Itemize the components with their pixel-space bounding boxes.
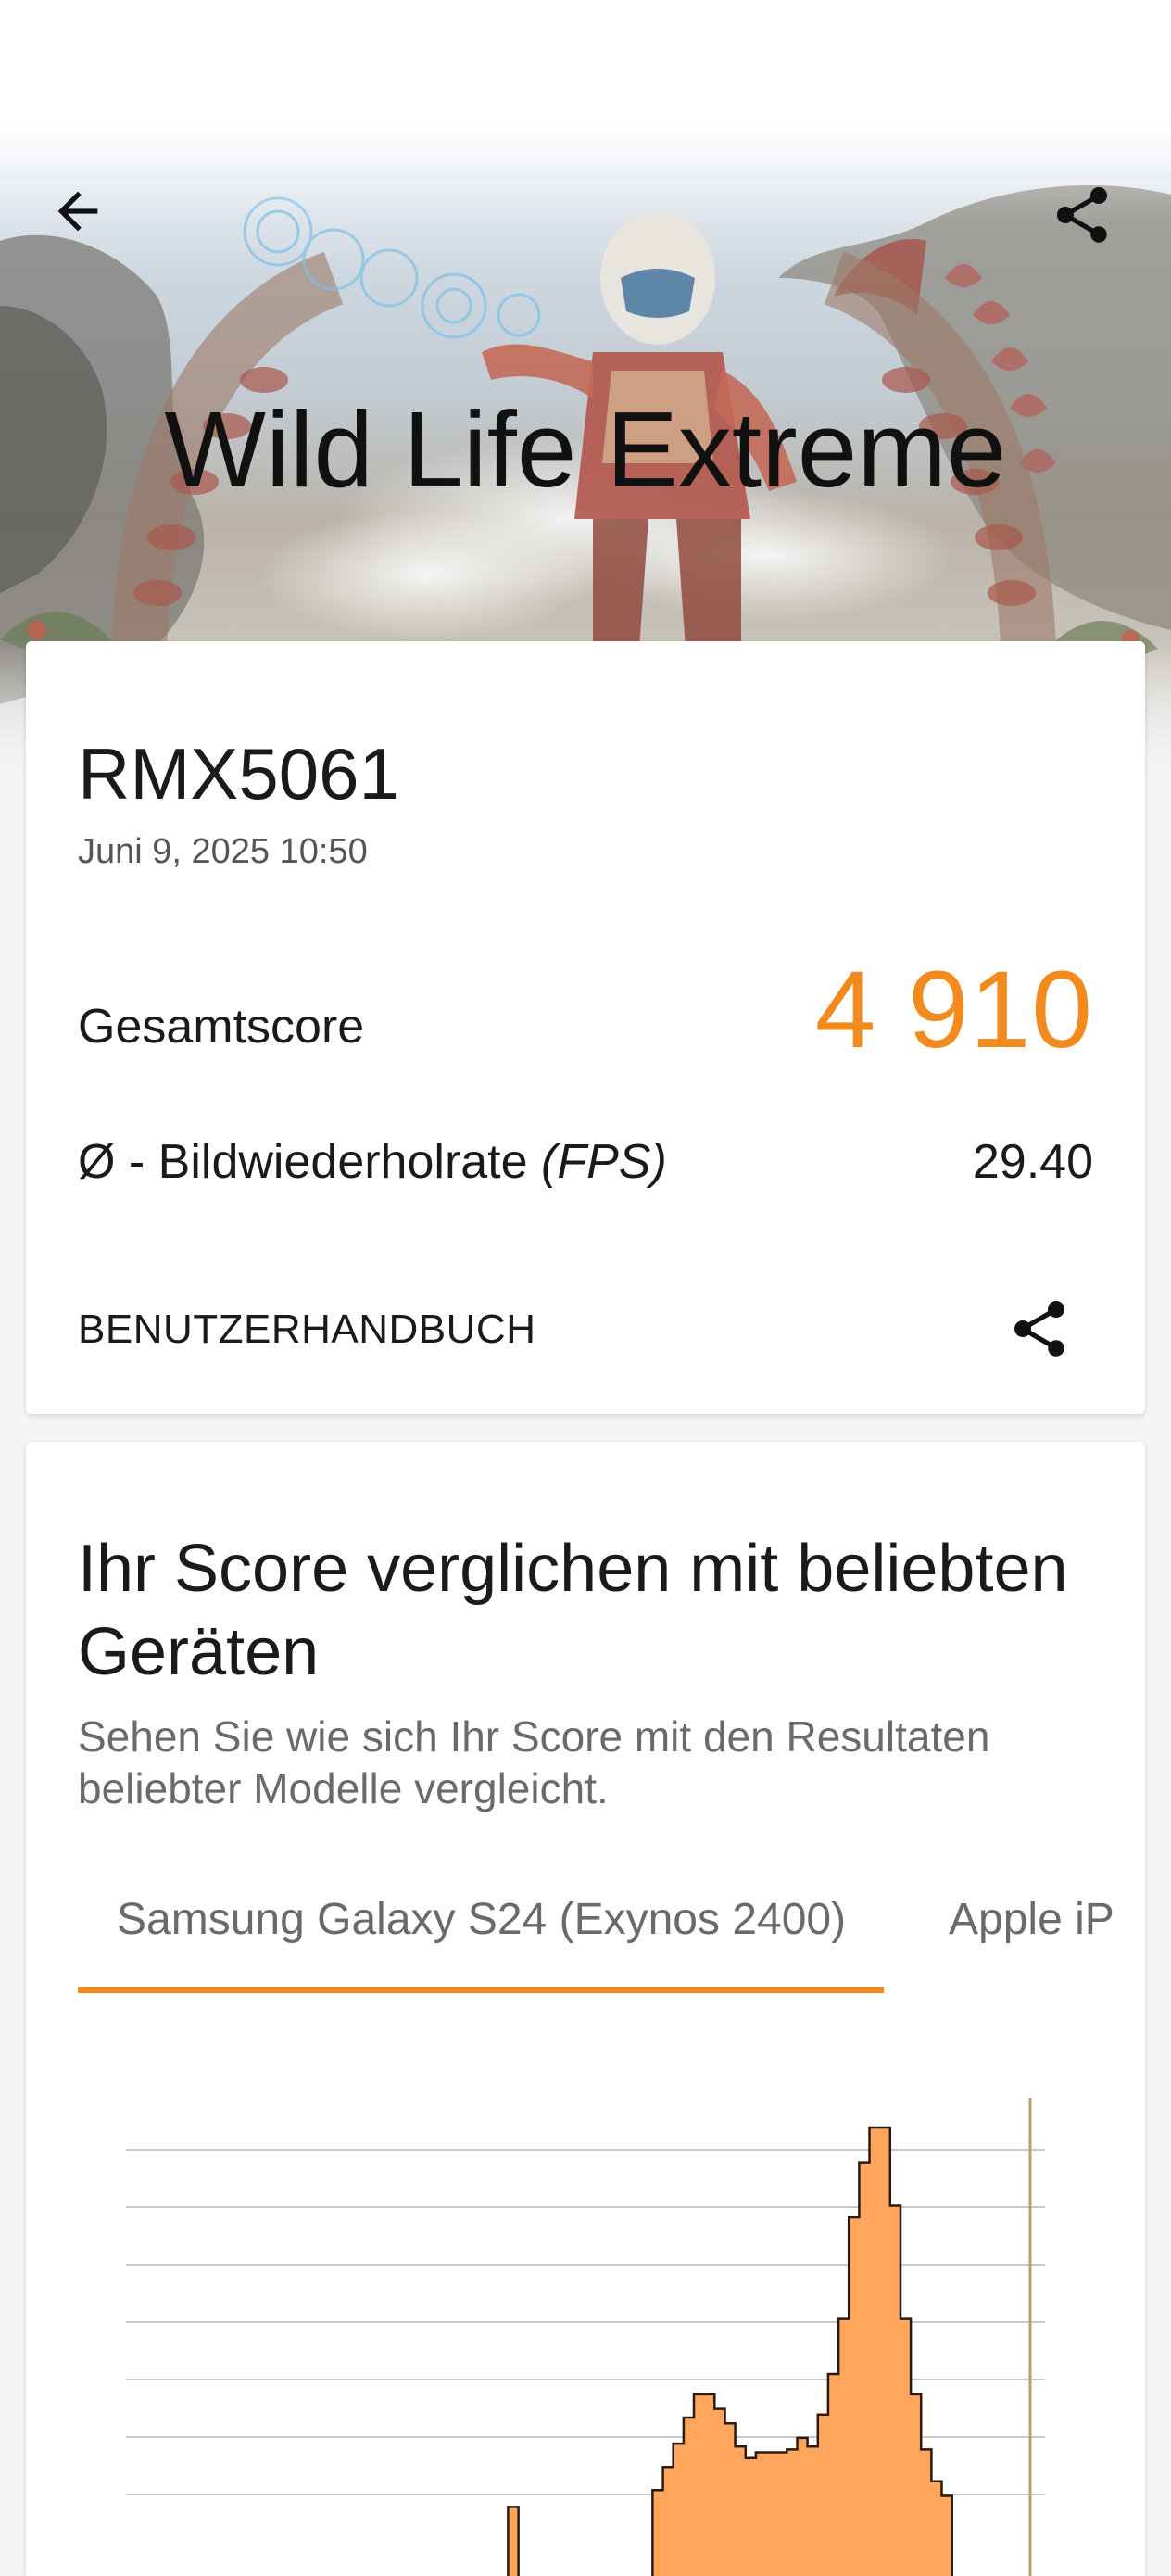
histogram-bin (684, 2418, 694, 2576)
score-distribution-chart (126, 2098, 1045, 2576)
histogram-bin (838, 2319, 849, 2576)
fps-label-text: Ø - Bildwiederholrate (78, 1135, 541, 1189)
fps-label-unit: (FPS) (541, 1135, 667, 1189)
histogram-bin (798, 2438, 808, 2576)
device-tabs: Samsung Galaxy S24 (Exynos 2400) Apple i… (78, 1894, 1119, 2005)
fps-label: Ø - Bildwiederholrate (FPS) (78, 1134, 667, 1190)
histogram-bin (849, 2217, 859, 2576)
share-icon (1014, 1301, 1064, 1357)
comparison-subtitle: Sehen Sie wie sich Ihr Score mit den Res… (78, 1712, 990, 1812)
histogram-bin (756, 2453, 766, 2576)
tab-samsung-galaxy-s24[interactable]: Samsung Galaxy S24 (Exynos 2400) (117, 1894, 846, 1945)
user-manual-link[interactable]: BENUTZERHANDBUCH (78, 1307, 535, 1353)
histogram-bin (714, 2409, 724, 2576)
share-result-button[interactable] (995, 1284, 1084, 1373)
histogram-bin (880, 2128, 890, 2576)
histogram-bin (787, 2449, 797, 2576)
histogram-bin (828, 2374, 838, 2576)
share-button-header[interactable] (1049, 182, 1138, 271)
histogram-bin (921, 2449, 931, 2576)
histogram-bin (704, 2394, 714, 2576)
fps-value: 29.40 (972, 1135, 1093, 1189)
histogram-bin (652, 2490, 662, 2576)
tab-apple-iphone[interactable]: Apple iP (949, 1894, 1114, 1945)
share-icon (1057, 187, 1107, 243)
histogram-bin (818, 2415, 828, 2576)
histogram-bin (808, 2446, 818, 2576)
histogram-bin (911, 2394, 921, 2576)
result-date: Juni 9, 2025 10:50 (78, 832, 368, 871)
back-button[interactable] (48, 182, 137, 271)
histogram-bin (508, 2507, 518, 2576)
arrow-left-icon (57, 191, 98, 232)
comparison-card: Ihr Score verglichen mit beliebten Gerät… (26, 1442, 1145, 2576)
comparison-title: Ihr Score verglichen mit beliebten Gerät… (78, 1532, 1068, 1689)
histogram-bin (746, 2458, 756, 2576)
score-label: Gesamtscore (78, 1000, 365, 1054)
histogram-bin (870, 2128, 880, 2576)
histogram-bin (674, 2443, 684, 2576)
histogram-bin (859, 2163, 869, 2576)
histogram-bin (694, 2394, 704, 2576)
histogram-bin (725, 2423, 736, 2576)
result-card: RMX5061 Juni 9, 2025 10:50 Gesamtscore 4… (26, 641, 1145, 1414)
histogram-bin (931, 2481, 941, 2576)
histogram-bin (663, 2467, 674, 2576)
score-value: 4 910 (814, 949, 1093, 1071)
result-screen: Wild Life Extreme RMX5061 Juni 9, 2025 1… (0, 0, 1171, 2576)
device-name: RMX5061 (78, 733, 399, 814)
histogram-bin (942, 2496, 952, 2576)
selected-tab-indicator (78, 1987, 884, 1993)
histogram-bin (766, 2453, 776, 2576)
page-title: Wild Life Extreme (164, 389, 1007, 510)
histogram-bin (776, 2453, 787, 2576)
histogram-bin (736, 2446, 746, 2576)
histogram-bin (900, 2319, 911, 2576)
histogram-bin (890, 2206, 900, 2576)
